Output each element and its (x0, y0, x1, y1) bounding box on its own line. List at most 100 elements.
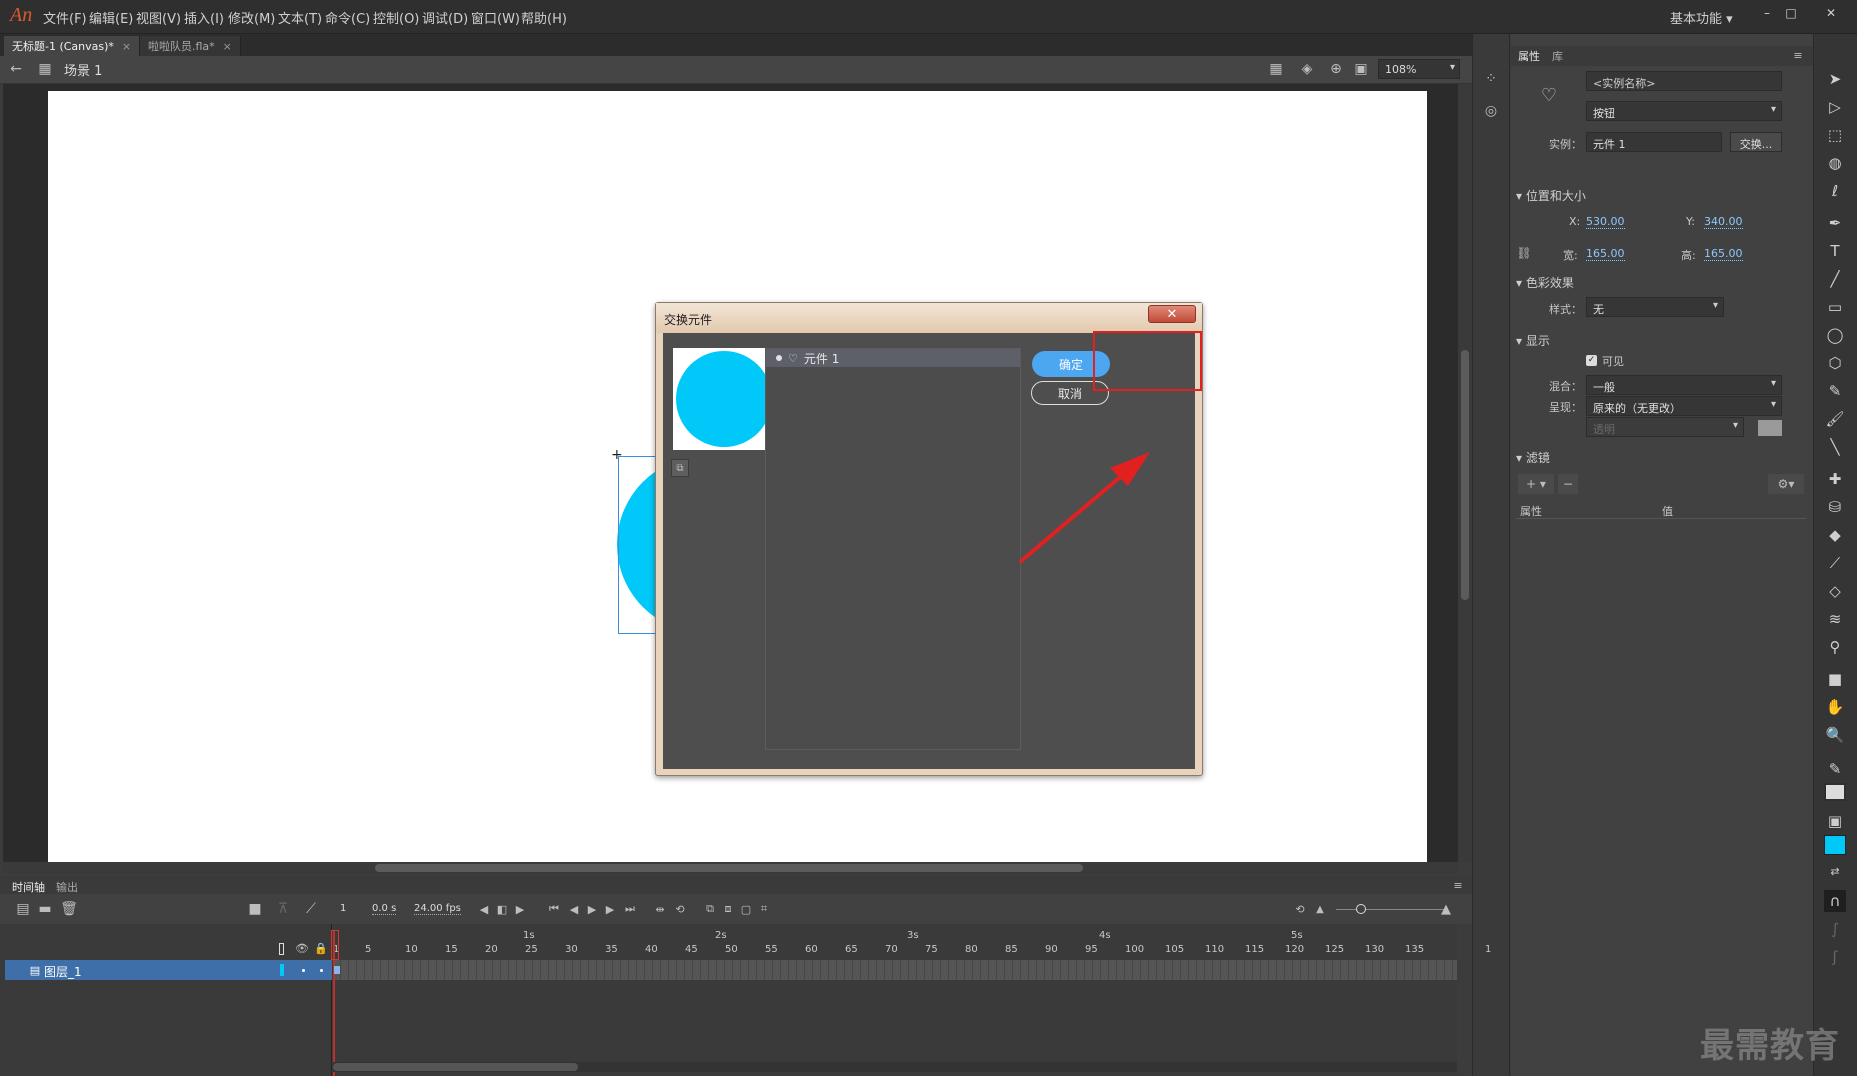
add-keyframe-icon[interactable]: ◧ (494, 900, 510, 918)
tab-untitled-1[interactable]: 无标题-1 (Canvas)* × (4, 36, 141, 56)
stroke-color-swatch[interactable] (1824, 783, 1846, 801)
zoom-in-icon[interactable]: ▲ (1436, 900, 1456, 918)
eraser-icon[interactable]: ◇ (1824, 580, 1846, 602)
camera-icon[interactable]: ■ (1824, 668, 1846, 690)
symbol-list[interactable] (765, 348, 1021, 750)
paint-brush-icon[interactable]: 🖌 (1824, 408, 1846, 430)
layer-visible-dot[interactable] (302, 969, 305, 972)
menu-control[interactable]: 控制(O) (373, 8, 419, 27)
timeline-zoom-slider[interactable] (1336, 909, 1446, 910)
pen-tool-icon[interactable]: ✒ (1824, 212, 1846, 234)
link-proportions-icon[interactable]: ⛓ (1516, 245, 1532, 261)
go-last-frame-icon[interactable]: ⏭ (622, 900, 638, 918)
background-color-swatch[interactable] (1758, 420, 1782, 436)
oval-tool-icon[interactable]: ◯ (1824, 324, 1846, 346)
menu-modify[interactable]: 修改(M) (228, 8, 275, 27)
dialog-titlebar[interactable] (656, 303, 1202, 333)
section-display[interactable]: ▾ 显示 (1516, 332, 1550, 349)
edit-symbol-icon[interactable]: ◈ (1297, 60, 1317, 78)
bone-tool-icon[interactable]: ✚ (1824, 468, 1846, 490)
back-arrow-icon[interactable]: ← (8, 61, 24, 77)
lock-icon[interactable]: 🔒 (314, 941, 328, 955)
parent-view-icon[interactable]: ⊼ (274, 900, 292, 918)
keyframe[interactable] (334, 966, 340, 974)
dialog-close-button[interactable]: ✕ (1148, 305, 1196, 323)
tab-output[interactable]: 输出 (56, 879, 78, 895)
go-first-frame-icon[interactable]: ⏮ (546, 900, 562, 918)
menu-commands[interactable]: 命令(C) (325, 8, 370, 27)
tab-properties[interactable]: 属性 (1518, 48, 1540, 64)
width-value[interactable]: 165.00 (1586, 247, 1625, 261)
rectangle-tool-icon[interactable]: ▭ (1824, 296, 1846, 318)
play-icon[interactable]: ▶ (584, 900, 600, 918)
lasso-icon[interactable]: ℓ (1824, 180, 1846, 202)
horizontal-scroll-thumb[interactable] (375, 864, 1083, 872)
menu-help[interactable]: 帮助(H) (521, 8, 567, 27)
camera-toggle-icon[interactable]: ■ (246, 900, 264, 918)
minimize-button[interactable]: – (1757, 4, 1777, 22)
color-style-select[interactable]: 无 ▾ (1586, 297, 1724, 317)
reset-scale-icon[interactable]: ⟲ (1292, 900, 1308, 918)
current-frame[interactable]: 1 (340, 903, 346, 914)
onion-skin-icon[interactable]: ⧉ (702, 900, 718, 918)
remove-filter-button[interactable]: − (1558, 474, 1578, 494)
height-value[interactable]: 165.00 (1704, 247, 1743, 261)
ink-bottle-icon[interactable]: ◆ (1824, 524, 1846, 546)
new-folder-icon[interactable]: ▬ (36, 900, 54, 918)
prev-keyframe-icon[interactable]: ◀ (476, 900, 492, 918)
line-tool-icon[interactable]: ╱ (1824, 268, 1846, 290)
onion-outline-icon[interactable]: ⧈ (720, 900, 736, 918)
section-filters[interactable]: ▾ 滤镜 (1516, 449, 1550, 466)
subselection-tool-icon[interactable]: ▷ (1824, 96, 1846, 118)
step-back-icon[interactable]: ◀ (566, 900, 582, 918)
snap-magnet-icon[interactable]: ∩ (1824, 890, 1846, 912)
zoom-select[interactable]: 108% ▾ (1378, 59, 1460, 79)
tab-cheerleader[interactable]: 啦啦队员.fla* × (140, 36, 241, 56)
asset-warp-icon[interactable]: ⚲ (1824, 636, 1846, 658)
timeline-zoom-handle[interactable] (1356, 904, 1366, 914)
menu-debug[interactable]: 调试(D) (422, 8, 468, 27)
center-frame-icon[interactable]: ⇹ (652, 900, 668, 918)
cc-libraries-icon[interactable]: ◎ (1480, 100, 1502, 122)
blend-select[interactable]: 一般 ▾ (1586, 375, 1782, 395)
step-forward-icon[interactable]: ▶ (602, 900, 618, 918)
render-select[interactable]: 原来的（无更改） ▾ (1586, 396, 1782, 416)
pencil-tool-icon[interactable]: ✎ (1824, 380, 1846, 402)
hand-tool-icon[interactable]: ✋ (1824, 696, 1846, 718)
list-item[interactable]: ♡ 元件 1 (766, 349, 1020, 367)
free-transform-icon[interactable]: ⬚ (1824, 124, 1846, 146)
zoom-out-icon[interactable]: ▲ (1312, 900, 1328, 918)
selection-tool-icon[interactable]: ➤ (1824, 68, 1846, 90)
eyedropper-icon[interactable]: ⟋ (1824, 552, 1846, 574)
menu-view[interactable]: 视图(V) (136, 8, 181, 27)
swap-button[interactable]: 交换... (1730, 132, 1782, 152)
close-icon[interactable]: × (223, 40, 232, 53)
menu-text[interactable]: 文本(T) (278, 8, 322, 27)
x-value[interactable]: 530.00 (1586, 215, 1625, 229)
filter-options-gear-icon[interactable]: ⚙▾ (1768, 474, 1804, 494)
frame-row[interactable] (333, 960, 1457, 980)
panel-menu-icon[interactable]: ≡ (1790, 48, 1806, 62)
modify-onion-icon[interactable]: ⌗ (756, 900, 772, 918)
graph-icon[interactable]: ⟋ (302, 900, 320, 918)
timeline-scroll-thumb[interactable] (333, 1063, 578, 1071)
layer-lock-dot[interactable] (320, 969, 323, 972)
menu-file[interactable]: 文件(F) (43, 8, 87, 27)
menu-window[interactable]: 窗口(W) (471, 8, 520, 27)
new-layer-icon[interactable]: ▤ (14, 900, 32, 918)
clip-content-icon[interactable]: ▣ (1351, 60, 1371, 78)
width-tool-icon[interactable]: ≋ (1824, 608, 1846, 630)
maximize-button[interactable]: □ (1781, 4, 1801, 22)
swap-colors-icon[interactable]: ⇄ (1824, 860, 1846, 882)
edit-scene-icon[interactable]: ▦ (1266, 60, 1286, 78)
text-tool-icon[interactable]: T (1824, 240, 1846, 262)
instance-name-input[interactable]: <实例名称> (1586, 71, 1782, 91)
duplicate-symbol-button[interactable]: ⧉ (671, 459, 689, 477)
layer-name[interactable]: 图层_1 (44, 963, 82, 980)
current-time[interactable]: 0.0 s (372, 903, 397, 915)
tab-timeline[interactable]: 时间轴 (12, 879, 45, 895)
menu-insert[interactable]: 插入(I) (184, 8, 224, 27)
edit-multiple-frames-icon[interactable]: ▢ (738, 900, 754, 918)
motion-presets-icon[interactable]: ⁘ (1480, 68, 1502, 90)
visible-checkbox[interactable]: ✓ (1586, 355, 1597, 366)
